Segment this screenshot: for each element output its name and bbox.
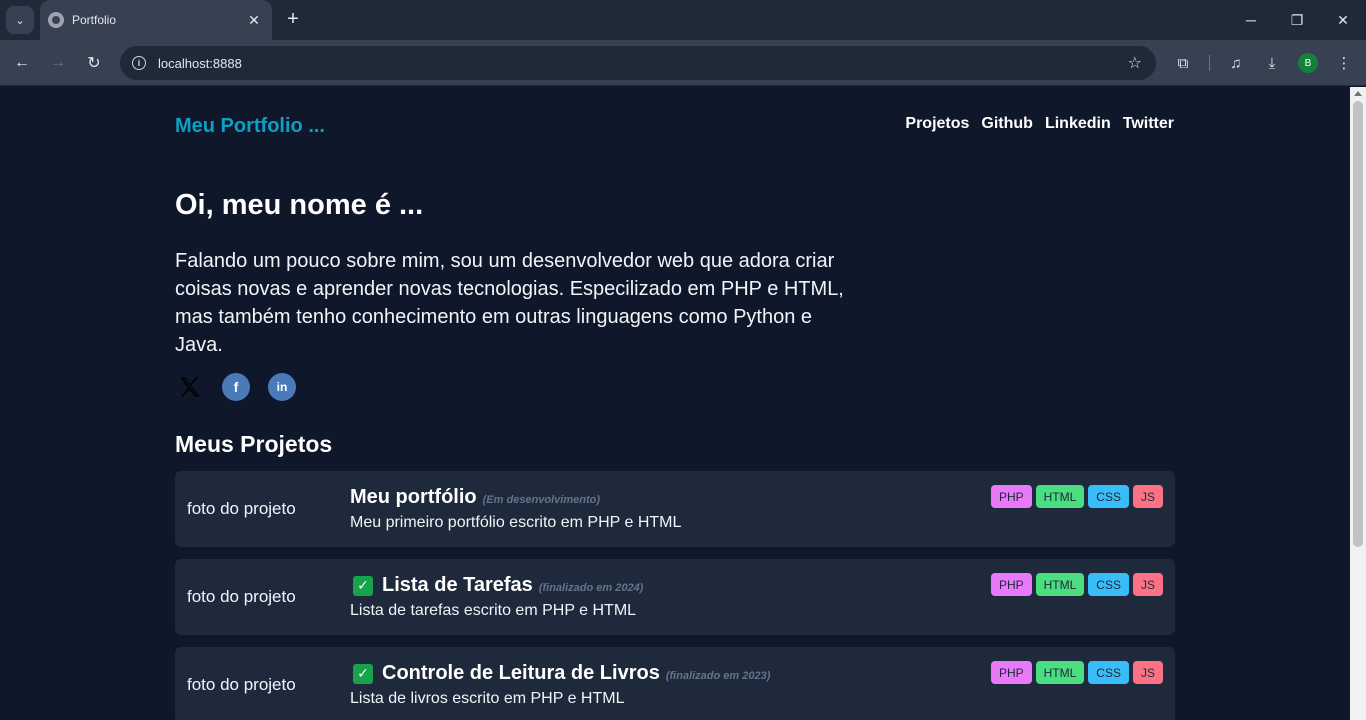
nav-link-linkedin[interactable]: Linkedin	[1045, 115, 1111, 133]
download-icon[interactable]: ⤓	[1261, 52, 1283, 74]
window-close-button[interactable]: ✕	[1320, 0, 1366, 40]
project-status: (finalizado em 2023)	[665, 670, 771, 682]
project-tags: PHP HTML CSS JS	[990, 661, 1163, 684]
project-description: Lista de livros escrito em PHP e HTML	[350, 690, 625, 707]
browser-toolbar: ← → ↻ i localhost:8888 ☆ ⧉ ♫ ⤓ ⋮	[0, 40, 1366, 86]
checkmark-icon: ✓	[353, 663, 373, 684]
menu-kebab-icon[interactable]: ⋮	[1333, 52, 1355, 74]
project-card[interactable]: foto do projeto Meu portfólio (Em desenv…	[175, 471, 1175, 547]
linkedin-icon[interactable]: in	[267, 372, 297, 402]
toolbar-divider	[1209, 55, 1210, 71]
scroll-thumb[interactable]	[1353, 101, 1363, 547]
project-title[interactable]: Lista de Tarefas	[382, 574, 533, 597]
bookmark-star-icon[interactable]: ☆	[1128, 53, 1142, 73]
project-description: Meu primeiro portfólio escrito em PHP e …	[350, 514, 682, 531]
forward-button[interactable]: →	[44, 49, 72, 77]
address-bar[interactable]: i localhost:8888 ☆	[120, 46, 1156, 80]
profile-avatar[interactable]: B	[1298, 53, 1318, 73]
page-scrollbar[interactable]	[1350, 87, 1366, 720]
restore-button[interactable]: ❐	[1274, 0, 1320, 40]
chevron-down-icon: ⌄	[15, 14, 25, 27]
tag-js: JS	[1132, 573, 1163, 596]
project-photo: foto do projeto	[187, 587, 296, 606]
tag-php: PHP	[990, 661, 1032, 684]
reload-button[interactable]: ↻	[80, 49, 108, 77]
new-tab-button[interactable]: +	[282, 8, 304, 30]
hero-title: Oi, meu nome é ...	[175, 189, 424, 221]
tag-js: JS	[1132, 661, 1163, 684]
project-header: Meu portfólio (Em desenvolvimento)	[350, 486, 600, 509]
close-tab-icon[interactable]: ✕	[246, 12, 262, 29]
tag-html: HTML	[1035, 573, 1085, 596]
globe-icon	[48, 12, 64, 28]
project-description: Lista de tarefas escrito em PHP e HTML	[350, 602, 637, 619]
project-header: ✓ Lista de Tarefas (finalizado em 2024)	[350, 574, 643, 597]
tab-search-button[interactable]: ⌄	[6, 6, 34, 34]
site-nav: Projetos Github Linkedin Twitter	[905, 115, 1174, 133]
minimize-button[interactable]: ─	[1228, 0, 1274, 40]
project-tags: PHP HTML CSS JS	[990, 485, 1163, 508]
project-photo: foto do projeto	[187, 675, 296, 694]
project-photo: foto do projeto	[187, 499, 296, 518]
x-twitter-icon[interactable]	[175, 372, 205, 402]
facebook-icon[interactable]: f	[221, 372, 251, 402]
scroll-up-arrow-icon[interactable]	[1354, 91, 1362, 96]
tag-php: PHP	[990, 573, 1032, 596]
tag-html: HTML	[1035, 661, 1085, 684]
tab-title: Portfolio	[72, 13, 117, 27]
tag-js: JS	[1132, 485, 1163, 508]
page-content: Meu Portfolio ... Projetos Github Linked…	[0, 87, 1350, 720]
url-text[interactable]: localhost:8888	[158, 56, 1128, 71]
tag-css: CSS	[1088, 661, 1129, 684]
media-control-icon[interactable]: ♫	[1225, 52, 1247, 74]
nav-link-projetos[interactable]: Projetos	[905, 115, 969, 133]
tab-bar: ⌄ Portfolio ✕ + ─ ❐ ✕	[0, 0, 1366, 40]
project-status: (Em desenvolvimento)	[482, 494, 600, 506]
project-tags: PHP HTML CSS JS	[990, 573, 1163, 596]
tag-html: HTML	[1035, 485, 1085, 508]
social-links: f in	[175, 372, 297, 402]
projects-section-title: Meus Projetos	[175, 431, 333, 457]
extensions-icon[interactable]: ⧉	[1172, 52, 1194, 74]
back-button[interactable]: ←	[8, 49, 36, 77]
hero-text: Falando um pouco sobre mim, sou um desen…	[175, 250, 844, 356]
project-card[interactable]: foto do projeto ✓ Lista de Tarefas (fina…	[175, 559, 1175, 635]
nav-link-github[interactable]: Github	[981, 115, 1033, 133]
project-title[interactable]: Meu portfólio	[350, 486, 477, 509]
checkmark-icon: ✓	[353, 575, 373, 596]
project-card[interactable]: foto do projeto ✓ Controle de Leitura de…	[175, 647, 1175, 720]
tag-css: CSS	[1088, 485, 1129, 508]
nav-link-twitter[interactable]: Twitter	[1123, 115, 1174, 133]
site-brand[interactable]: Meu Portfolio ...	[175, 115, 325, 138]
tag-php: PHP	[990, 485, 1032, 508]
site-info-icon[interactable]: i	[132, 56, 146, 70]
tab-portfolio[interactable]: Portfolio ✕	[40, 0, 272, 40]
project-title[interactable]: Controle de Leitura de Livros	[382, 662, 660, 685]
project-status: (finalizado em 2024)	[538, 582, 644, 594]
tag-css: CSS	[1088, 573, 1129, 596]
project-header: ✓ Controle de Leitura de Livros (finaliz…	[350, 662, 770, 685]
